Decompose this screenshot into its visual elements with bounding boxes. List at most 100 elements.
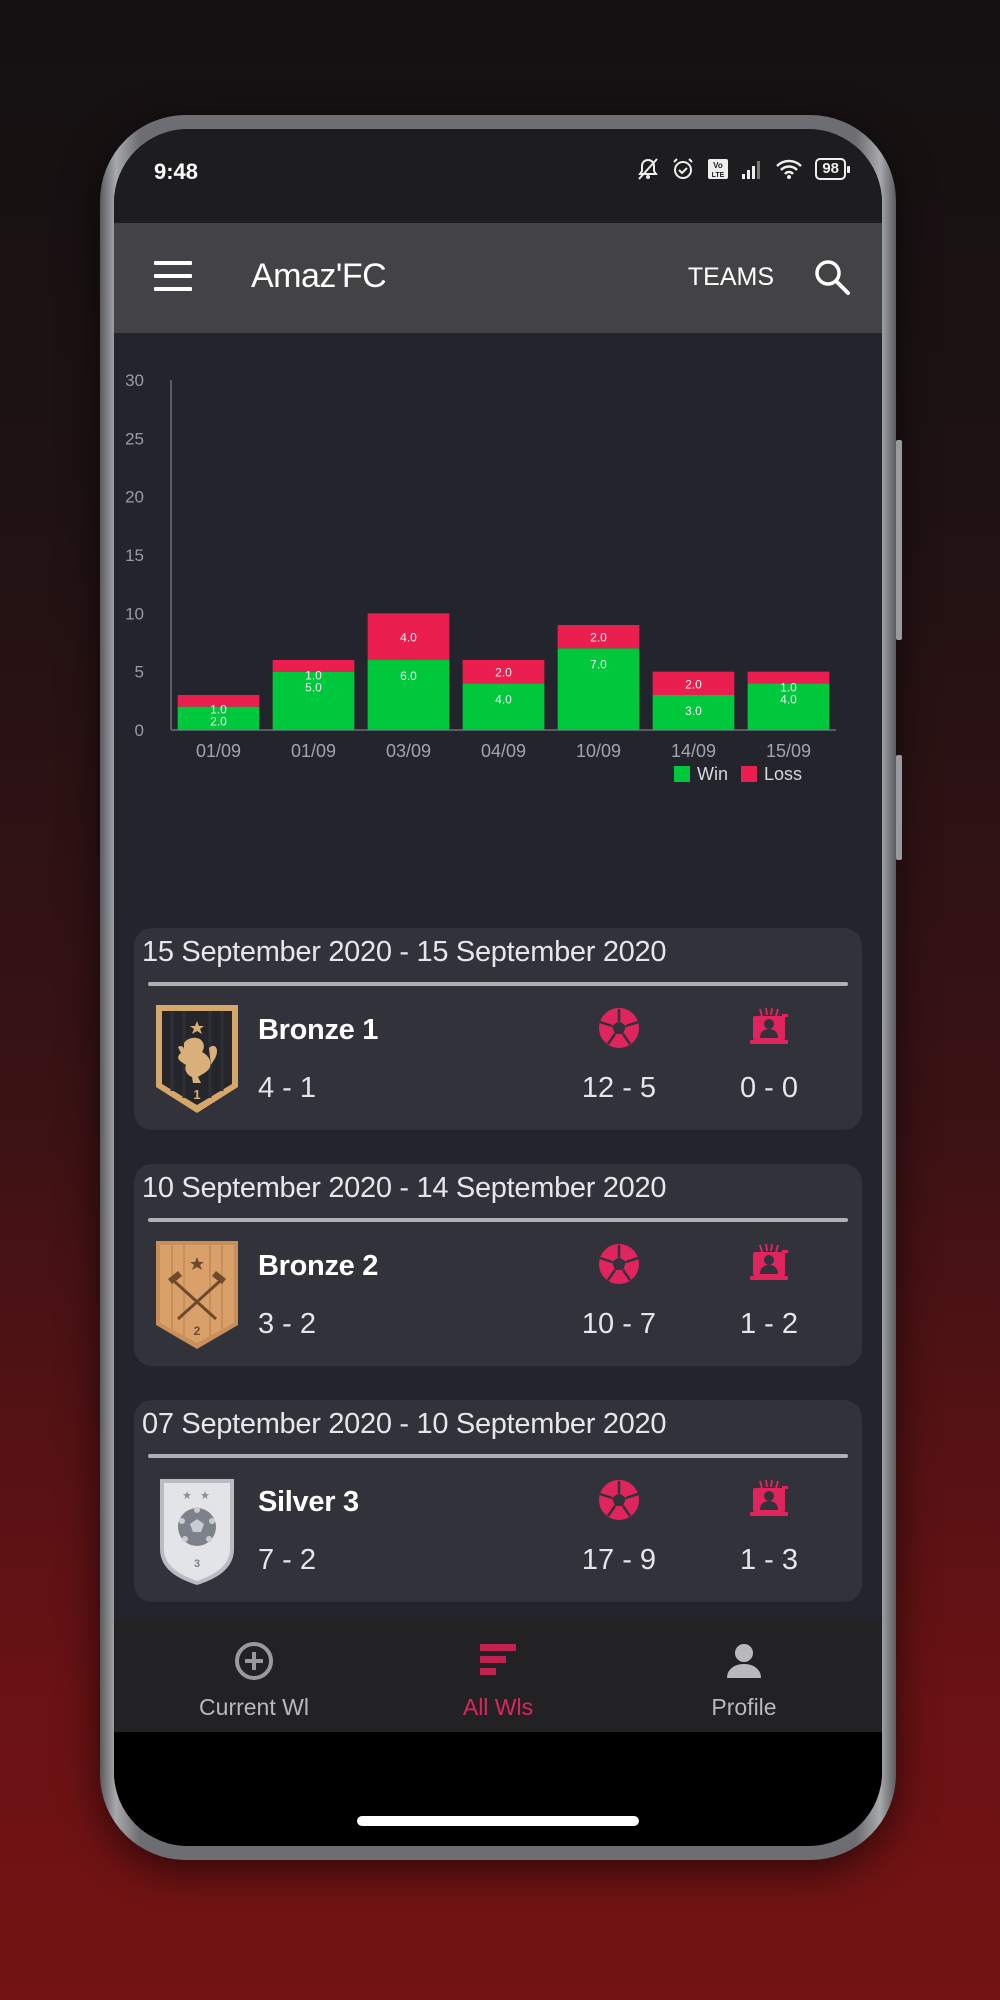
status-time: 9:48 bbox=[154, 159, 199, 184]
svg-text:LTE: LTE bbox=[712, 172, 725, 179]
y-tick-label: 20 bbox=[125, 488, 144, 507]
soccer-ball-icon bbox=[599, 1008, 639, 1048]
bronze-1-lion-badge-icon: 1 bbox=[156, 1005, 238, 1113]
legend-label-loss: Loss bbox=[764, 764, 802, 784]
goals-stat: 17 - 9 bbox=[559, 1478, 679, 1577]
x-tick-label: 10/09 bbox=[576, 741, 621, 761]
signal-icon bbox=[742, 161, 761, 179]
add-circle-icon bbox=[235, 1642, 273, 1680]
content-area: 0 5 10 15 20 25 30 1.0 2.0 01/09 1.0 5.0 01/09 4.0 6.0… bbox=[114, 333, 882, 1732]
battery-indicator: 98 bbox=[815, 158, 850, 180]
home-indicator[interactable] bbox=[357, 1816, 639, 1826]
bronze-2-hammers-badge-icon: 2 bbox=[156, 1241, 238, 1349]
y-tick-label: 15 bbox=[125, 546, 144, 565]
bar-win bbox=[462, 683, 545, 730]
weekend-league-card[interactable]: 15 September 2020 - 15 September 2020 1 Br… bbox=[134, 928, 862, 1130]
y-tick-label: 30 bbox=[125, 371, 144, 390]
app-bar: Amaz'FC TEAMS bbox=[114, 223, 882, 333]
wifi-icon bbox=[776, 159, 803, 179]
x-tick-label: 04/09 bbox=[481, 741, 526, 761]
rage-quits-stat: 0 - 0 bbox=[709, 1006, 829, 1105]
status-icons: Vo LTE 98 bbox=[637, 157, 850, 181]
goals-stat: 10 - 7 bbox=[559, 1242, 679, 1341]
weekend-league-card[interactable]: 07 September 2020 - 10 September 2020 ★ ★ 3… bbox=[134, 1400, 862, 1602]
sort-bars-icon bbox=[480, 1644, 516, 1675]
divider bbox=[148, 1454, 848, 1458]
weekend-league-card[interactable]: 10 September 2020 - 14 September 2020 2 Br… bbox=[134, 1164, 862, 1366]
gesture-area bbox=[114, 1732, 882, 1846]
bar-win-label: 6.0 bbox=[400, 669, 417, 683]
bar-loss-label: 2.0 bbox=[590, 631, 607, 645]
rage-quit-laptop-icon bbox=[750, 1243, 788, 1280]
legend-swatch-win bbox=[674, 766, 690, 782]
rage-quits-value: 1 - 3 bbox=[739, 1544, 799, 1576]
rage-quits-stat: 1 - 2 bbox=[709, 1242, 829, 1341]
legend-label-win: Win bbox=[697, 764, 728, 784]
bar-win-label: 2.0 bbox=[210, 715, 227, 729]
nav-label: All Wls bbox=[462, 1694, 534, 1720]
nav-current-wl[interactable]: Current Wl bbox=[154, 1640, 354, 1721]
svg-text:1: 1 bbox=[193, 1087, 200, 1102]
app-title: Amaz'FC bbox=[251, 257, 387, 295]
svg-text:★: ★ bbox=[200, 1490, 210, 1502]
date-range: 07 September 2020 - 10 September 2020 bbox=[142, 1408, 667, 1440]
phone-frame: 9:48 Vo LTE 98 Amaz'FC TEAMS 0 5 10 15 20 25 30… bbox=[100, 115, 902, 1860]
bar-loss-label: 4.0 bbox=[400, 631, 417, 645]
power-button bbox=[896, 755, 902, 860]
rage-quits-value: 1 - 2 bbox=[739, 1308, 799, 1340]
x-tick-label: 01/09 bbox=[291, 741, 336, 761]
bar-win-label: 4.0 bbox=[495, 692, 512, 706]
svg-text:3: 3 bbox=[194, 1558, 200, 1570]
status-bar: 9:48 Vo LTE 98 bbox=[114, 129, 882, 223]
y-tick-label: 10 bbox=[125, 604, 144, 623]
date-range: 10 September 2020 - 14 September 2020 bbox=[142, 1172, 667, 1204]
nav-label: Current Wl bbox=[199, 1694, 309, 1720]
x-tick-label: 14/09 bbox=[671, 741, 716, 761]
bell-off-icon bbox=[638, 158, 659, 180]
nav-label: Profile bbox=[711, 1694, 777, 1720]
tier-name: Silver 3 bbox=[258, 1486, 359, 1518]
goals-value: 17 - 9 bbox=[581, 1544, 657, 1576]
svg-text:Vo: Vo bbox=[713, 161, 723, 170]
goals-stat: 12 - 5 bbox=[559, 1006, 679, 1105]
bar-win-label: 5.0 bbox=[305, 681, 322, 695]
rage-quits-value: 0 - 0 bbox=[739, 1072, 799, 1104]
volume-button bbox=[896, 440, 902, 640]
goals-value: 10 - 7 bbox=[581, 1308, 657, 1340]
bar-win-label: 3.0 bbox=[685, 704, 702, 718]
y-tick-label: 0 bbox=[135, 721, 144, 740]
nav-all-wls[interactable]: All Wls bbox=[398, 1640, 598, 1721]
y-tick-label: 5 bbox=[135, 663, 144, 682]
svg-text:2: 2 bbox=[194, 1324, 201, 1338]
nav-profile[interactable]: Profile bbox=[644, 1640, 844, 1721]
search-icon[interactable] bbox=[812, 257, 852, 297]
win-loss-record: 7 - 2 bbox=[258, 1544, 317, 1576]
date-range: 15 September 2020 - 15 September 2020 bbox=[142, 936, 667, 968]
x-tick-label: 01/09 bbox=[196, 741, 241, 761]
rage-quit-laptop-icon bbox=[750, 1007, 788, 1044]
win-loss-record: 4 - 1 bbox=[258, 1072, 317, 1104]
soccer-ball-icon bbox=[599, 1480, 639, 1520]
bar-loss-label: 2.0 bbox=[685, 677, 702, 691]
bottom-navigation: Current Wl All Wls Profile bbox=[114, 1620, 882, 1732]
bar-loss-label: 2.0 bbox=[495, 666, 512, 680]
hamburger-menu-icon[interactable] bbox=[154, 261, 192, 291]
alarm-icon bbox=[673, 158, 694, 179]
legend-swatch-loss bbox=[741, 766, 757, 782]
x-tick-label: 15/09 bbox=[766, 741, 811, 761]
win-loss-record: 3 - 2 bbox=[258, 1308, 317, 1340]
x-tick-label: 03/09 bbox=[386, 741, 431, 761]
svg-text:★: ★ bbox=[182, 1490, 192, 1502]
bar-win-label: 4.0 bbox=[780, 692, 797, 706]
teams-button[interactable]: TEAMS bbox=[688, 263, 774, 292]
phone-screen: 9:48 Vo LTE 98 Amaz'FC TEAMS 0 5 10 15 20 25 30… bbox=[114, 129, 882, 1846]
bar-win-label: 7.0 bbox=[590, 657, 607, 671]
divider bbox=[148, 1218, 848, 1222]
rage-quit-laptop-icon bbox=[750, 1479, 788, 1516]
rage-quits-stat: 1 - 3 bbox=[709, 1478, 829, 1577]
y-tick-label: 25 bbox=[125, 429, 144, 448]
silver-3-ball-badge-icon: ★ ★ 3 bbox=[160, 1479, 234, 1585]
goals-value: 12 - 5 bbox=[581, 1072, 657, 1104]
soccer-ball-icon bbox=[599, 1244, 639, 1284]
tier-name: Bronze 2 bbox=[258, 1250, 379, 1282]
